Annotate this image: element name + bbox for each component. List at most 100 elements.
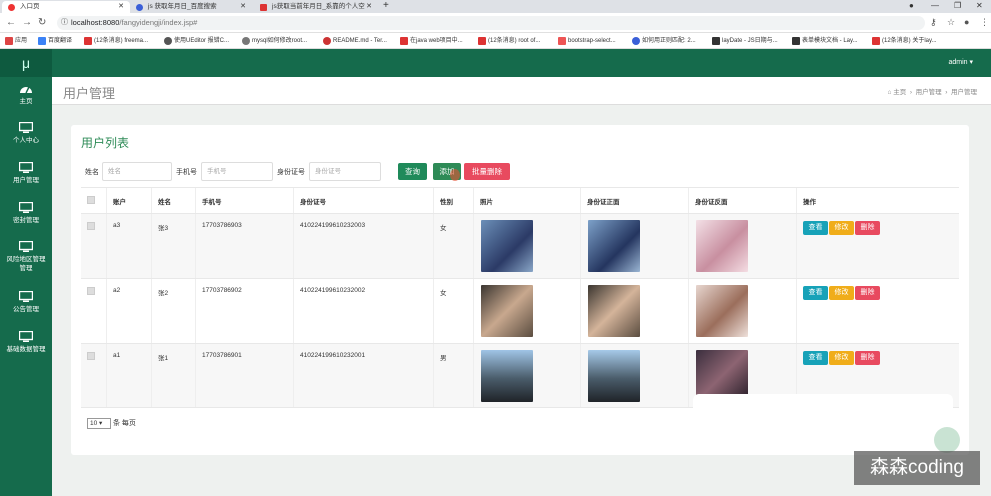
edit-button[interactable]: 修改 [829,351,854,365]
bookmark-item[interactable]: 在java web项目中... [400,36,463,46]
view-button[interactable]: 查看 [803,351,828,365]
breadcrumb-item[interactable]: 用户管理 [916,89,942,96]
bookmark-item[interactable]: (12条消息) freema... [84,36,148,46]
photo-image [481,285,533,337]
profile-icon[interactable]: ● [964,17,969,27]
reload-icon[interactable]: ↻ [38,16,46,30]
bookmark-label: 如何用正则匹配: 2... [642,38,696,44]
bookmark-item[interactable]: 百度翻译 [38,36,72,46]
monitor-icon [19,122,33,133]
gender-cell: 男 [434,344,474,407]
batch-delete-button[interactable]: 批量删除 [464,163,510,180]
breadcrumb-home[interactable]: 主页 [893,89,906,96]
browser-tab[interactable]: js获取当前年月日_系靠的个人空 ✕ [254,1,378,13]
sidebar-item-seal[interactable]: 密封管理 [0,202,52,225]
edit-button[interactable]: 修改 [829,221,854,235]
name-input[interactable]: 姓名 [102,162,172,181]
minimize-icon[interactable]: — [931,0,939,12]
page-title: 用户管理 [63,86,116,101]
view-button[interactable]: 查看 [803,286,828,300]
row-select-cell [81,279,107,343]
breadcrumb-current: 用户管理 [951,89,977,96]
close-tab-icon[interactable]: ✕ [366,1,372,13]
delete-button[interactable]: 删除 [855,351,880,365]
select-all-checkbox[interactable] [87,196,95,204]
name-cell: 张1 [152,344,196,407]
browser-tab-active[interactable]: 入口页 ✕ [2,1,130,13]
bookmark-item[interactable]: mysql如何修改root... [242,36,307,46]
layui-icon [792,37,800,45]
view-button[interactable]: 查看 [803,221,828,235]
browser-tab[interactable]: js 获取年月日_百度搜索 ✕ [130,1,252,13]
delete-button[interactable]: 删除 [855,221,880,235]
sidebar-item-label: 管理 [19,265,33,272]
bookmark-star-icon[interactable]: ☆ [947,17,955,28]
id-front-image [588,220,640,272]
close-tab-icon[interactable]: ✕ [240,1,246,13]
id-number-input[interactable]: 身份证号 [309,162,381,181]
id-back-cell [689,279,797,343]
row-checkbox[interactable] [87,222,95,230]
row-checkbox[interactable] [87,352,95,360]
column-header: 身份证号 [294,188,434,213]
key-icon[interactable]: ⚷ [930,17,937,28]
url-path: /fangyidengji/index.jsp# [119,18,198,27]
photo-cell [474,279,581,343]
bookmark-label: (12条消息) root of... [488,38,541,44]
row-checkbox[interactable] [87,287,95,295]
app-logo[interactable]: μ [0,49,52,77]
page-size-select[interactable]: 10 ▾ [87,418,111,429]
back-icon[interactable]: ← [6,16,16,30]
bookmark-label: 在java web项目中... [410,38,463,44]
bookmark-item[interactable]: (12条消息) root of... [478,36,540,46]
browser-tab-bar: 入口页 ✕ js 获取年月日_百度搜索 ✕ js获取当前年月日_系靠的个人空 ✕… [0,0,991,13]
sidebar-item-personal[interactable]: 个人中心 [0,122,52,145]
sidebar-item-home[interactable]: 主页 [0,83,52,106]
restore-icon[interactable]: ❐ [954,0,961,12]
tab-title: js 获取年月日_百度搜索 [148,3,217,10]
phone-input[interactable]: 手机号 [201,162,273,181]
baidu-icon [632,37,640,45]
page-favicon-icon [8,4,15,11]
bookmark-item[interactable]: layDate - JS日期与... [712,36,778,46]
edit-button[interactable]: 修改 [829,286,854,300]
actions-cell: 查看 修改 删除 [797,214,959,278]
floating-action-icon[interactable] [934,427,960,453]
query-button[interactable]: 查询 [398,163,427,180]
sidebar-item-basedata[interactable]: 基础数据管理 [0,331,52,354]
id-front-cell [581,214,689,278]
sidebar-item-risk-area[interactable]: 风险地区管理 管理 [0,241,52,273]
sidebar-item-users[interactable]: 用户管理 [0,162,52,185]
apps-grid-icon [5,37,13,45]
phone-cell: 17703786901 [196,344,294,407]
bookmark-label: 使用UEditor 报错C... [174,38,230,44]
account-circle-icon[interactable]: ● [909,0,914,12]
menu-dots-icon[interactable]: ⋮ [980,17,989,28]
actions-cell: 查看 修改 删除 [797,279,959,343]
bookmark-label: 表单模块文档 - Lay... [802,38,858,44]
bookmark-item[interactable]: 如何用正则匹配: 2... [632,36,696,46]
forward-icon[interactable]: → [22,16,32,30]
bookmark-item[interactable]: 表单模块文档 - Lay... [792,36,858,46]
sidebar-item-notice[interactable]: 公告管理 [0,291,52,314]
bookmark-item[interactable]: bootstrap-select... [558,36,616,46]
user-menu[interactable]: admin ▾ [948,58,973,66]
phone-cell: 17703786902 [196,279,294,343]
bookmark-item[interactable]: 使用UEditor 报错C... [164,36,229,46]
bookmark-label: README.md - Ter... [333,38,387,44]
bookmark-label: 应用 [15,38,28,44]
bookmark-item[interactable]: (12条消息) 关于lay... [872,36,937,46]
close-tab-icon[interactable]: ✕ [118,1,124,13]
delete-button[interactable]: 删除 [855,286,880,300]
close-window-icon[interactable]: ✕ [976,0,983,12]
sidebar-item-label: 个人中心 [13,137,39,144]
photo-image [481,350,533,402]
new-tab-button[interactable]: + [383,0,389,12]
bookmark-item[interactable]: 应用 [5,36,27,46]
row-select-cell [81,344,107,407]
url-input[interactable]: ⓘ localhost:8080/fangyidengji/index.jsp# [57,16,925,30]
phone-label: 手机号 [176,169,197,176]
bookmark-item[interactable]: README.md - Ter... [323,36,387,46]
bookmark-label: (12条消息) freema... [94,38,149,44]
github-icon [164,37,172,45]
